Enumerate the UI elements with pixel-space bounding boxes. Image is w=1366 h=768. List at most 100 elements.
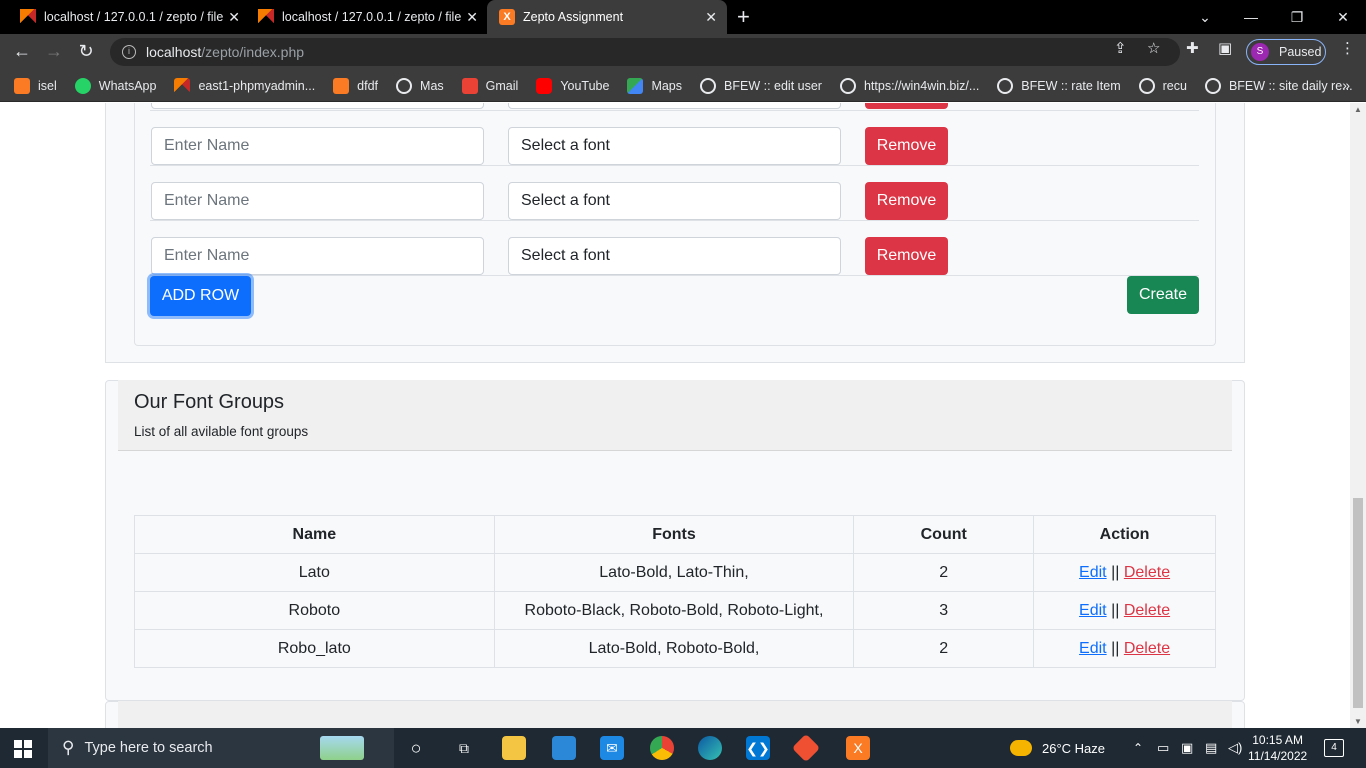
browser-tab-2[interactable]: localhost / 127.0.0.1 / zepto / file ✕ (238, 0, 488, 34)
browser-tab-1[interactable]: localhost / 127.0.0.1 / zepto / file ✕ (0, 0, 250, 34)
reload-icon[interactable]: ↻ (74, 41, 98, 62)
bookmark-item[interactable]: isel (14, 77, 57, 94)
clock-date: 11/14/2022 (1248, 749, 1308, 763)
font-select[interactable]: Select a font (508, 182, 841, 220)
taskbar-search[interactable]: ⚲ Type here to search (48, 728, 394, 768)
scroll-up-icon[interactable]: ▲ (1354, 105, 1362, 114)
remove-row-button[interactable] (865, 103, 948, 109)
address-bar[interactable]: i localhost/zepto/index.php (110, 38, 1180, 66)
whatsapp-icon (74, 77, 91, 94)
bookmark-item[interactable]: Mas (396, 77, 444, 94)
browser-toolbar: ← → ↻ i localhost/zepto/index.php ⇪ ☆ ✚ … (0, 34, 1366, 70)
font-select[interactable] (508, 103, 841, 109)
menu-icon[interactable]: ⋮ (1340, 39, 1355, 57)
column-header-name: Name (134, 515, 495, 554)
notification-center-icon[interactable]: 4 (1324, 739, 1344, 757)
column-header-fonts: Fonts (493, 515, 855, 554)
bookmark-item[interactable]: BFEW :: site daily re... (1204, 77, 1353, 94)
forward-icon[interactable]: → (42, 41, 66, 62)
git-icon[interactable] (791, 733, 821, 763)
xampp-icon[interactable]: X (846, 736, 870, 760)
add-row-button[interactable]: ADD ROW (150, 276, 251, 316)
page-scrollbar[interactable]: ▲ ▼ (1350, 103, 1366, 728)
extensions-icon[interactable]: ✚ (1186, 39, 1199, 57)
url-host: localhost (146, 44, 202, 60)
side-panel-icon[interactable]: ▣ (1218, 39, 1232, 57)
search-placeholder: Type here to search (84, 740, 213, 756)
create-button[interactable]: Create (1127, 276, 1199, 314)
name-input[interactable]: Enter Name (151, 182, 484, 220)
taskbar-clock[interactable]: 10:15 AM 11/14/2022 (1248, 732, 1307, 764)
profile-button[interactable]: S Paused (1246, 39, 1326, 65)
remove-row-button[interactable]: Remove (865, 127, 948, 165)
close-window-icon[interactable]: ✕ (1320, 0, 1366, 34)
font-select[interactable]: Select a font (508, 127, 841, 165)
maps-icon (627, 77, 644, 94)
bookmark-item[interactable]: recu (1138, 77, 1187, 94)
browser-tab-strip: localhost / 127.0.0.1 / zepto / file ✕ l… (0, 0, 1366, 34)
phpmyadmin-icon (258, 9, 274, 25)
bookmark-item[interactable]: Gmail (461, 77, 518, 94)
search-icon: ⚲ (62, 738, 75, 757)
name-input[interactable] (151, 103, 484, 109)
weather-widget[interactable]: 26°C Haze (1010, 728, 1105, 768)
close-tab-icon[interactable]: ✕ (466, 9, 478, 26)
chrome-icon[interactable] (650, 736, 674, 760)
name-input[interactable]: Enter Name (151, 237, 484, 275)
camera-icon[interactable]: ▣ (1181, 728, 1193, 768)
font-select[interactable]: Select a font (508, 237, 841, 275)
windows-start-icon[interactable] (14, 740, 32, 758)
file-explorer-icon[interactable] (502, 736, 526, 760)
delete-link[interactable]: Delete (1124, 640, 1170, 657)
network-icon[interactable]: ▤ (1205, 728, 1217, 768)
restore-icon[interactable]: ❐ (1274, 0, 1320, 34)
bookmark-star-icon[interactable]: ☆ (1147, 39, 1160, 57)
group-actions: Edit || Delete (1033, 591, 1216, 630)
tab-search-icon[interactable]: ⌄ (1182, 0, 1228, 34)
group-name: Lato (134, 553, 495, 592)
bookmark-item[interactable]: east1-phpmyadmin... (174, 77, 315, 94)
volume-icon[interactable]: ◁) (1228, 728, 1242, 768)
more-bookmarks-icon[interactable]: » (1342, 77, 1350, 93)
scrollbar-thumb[interactable] (1353, 498, 1363, 708)
task-view-icon[interactable]: ⧉ (452, 736, 476, 760)
remove-row-button[interactable]: Remove (865, 237, 948, 275)
group-count: 3 (853, 591, 1035, 630)
new-tab-icon[interactable]: + (737, 4, 750, 30)
meet-now-icon[interactable]: ▭ (1157, 728, 1169, 768)
minimize-icon[interactable]: — (1228, 0, 1274, 34)
globe-icon (997, 77, 1014, 94)
group-actions: Edit || Delete (1033, 629, 1216, 668)
back-icon[interactable]: ← (10, 41, 34, 62)
delete-link[interactable]: Delete (1124, 564, 1170, 581)
edit-link[interactable]: Edit (1079, 564, 1107, 581)
bookmark-item[interactable]: BFEW :: edit user (700, 77, 822, 94)
show-hidden-icons-icon[interactable]: ⌃ (1133, 728, 1143, 768)
bookmark-item[interactable]: BFEW :: rate Item (997, 77, 1121, 94)
name-input[interactable]: Enter Name (151, 127, 484, 165)
bookmark-item[interactable]: YouTube (536, 77, 609, 94)
mail-icon[interactable]: ✉ (600, 736, 624, 760)
bookmark-item[interactable]: dfdf (333, 77, 379, 94)
globe-icon (1204, 77, 1221, 94)
browser-tab-active[interactable]: X Zepto Assignment ✕ (487, 0, 727, 34)
edge-icon[interactable] (698, 736, 722, 760)
bookmark-item[interactable]: https://win4win.biz/... (839, 77, 979, 94)
bookmark-item[interactable]: WhatsApp (74, 77, 156, 94)
weather-icon (1010, 740, 1032, 756)
edit-link[interactable]: Edit (1079, 602, 1107, 619)
row-divider (150, 275, 1199, 276)
delete-link[interactable]: Delete (1124, 602, 1170, 619)
bookmark-item[interactable]: Maps (627, 77, 682, 94)
bookmark-label: dfdf (357, 78, 379, 93)
microsoft-store-icon[interactable] (552, 736, 576, 760)
site-info-icon[interactable]: i (122, 45, 136, 59)
remove-row-button[interactable]: Remove (865, 182, 948, 220)
edit-link[interactable]: Edit (1079, 640, 1107, 657)
vscode-icon[interactable]: ❮❯ (746, 736, 770, 760)
cortana-icon[interactable]: ○ (404, 736, 428, 760)
close-tab-icon[interactable]: ✕ (705, 9, 717, 26)
scroll-down-icon[interactable]: ▼ (1354, 717, 1362, 726)
search-highlight-image (320, 736, 364, 760)
share-icon[interactable]: ⇪ (1114, 39, 1127, 57)
